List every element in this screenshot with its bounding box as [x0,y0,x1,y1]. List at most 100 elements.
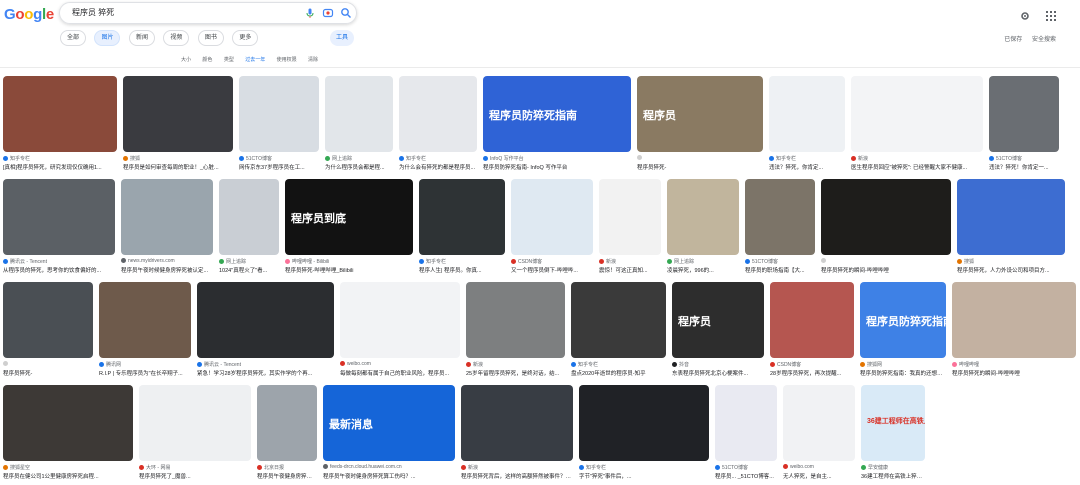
image-title[interactable]: 程序员防猝死指南- InfoQ 写作平台 [483,163,631,171]
image-result[interactable]: 新浪 震惊！可这正真知... [599,179,661,277]
image-source[interactable]: 大环 - 网易 [139,464,251,471]
image-result[interactable]: weibo.com 每做每刻都有属于自己的职业风险，程序员... [340,282,460,380]
image-thumbnail[interactable] [571,282,666,358]
image-source[interactable]: feeds-drcn.cloud.huawei.com.cn [323,464,455,470]
image-thumbnail[interactable] [257,385,317,461]
image-title[interactable]: 程序员在健公司1公里健康房猝死启程... [3,472,133,480]
image-title[interactable]: 程序员猝死-哔哩哔哩_Bilibili [285,266,413,274]
image-source[interactable]: 知乎专栏 [399,155,477,162]
image-result[interactable]: 36建工程师在高铁上猝死！ 早安健康36建工程师在高铁上猝死！... [861,385,925,483]
image-thumbnail[interactable] [399,76,477,152]
image-thumbnail[interactable] [769,76,845,152]
image-title[interactable]: 程序员猝死- [3,369,93,377]
image-source[interactable]: 51CTO博客 [745,258,815,265]
tab-more[interactable]: 更多 [232,30,259,46]
image-title[interactable]: 震惊！可这正真知... [599,266,661,274]
image-result[interactable]: 程序员防猝死指南搜狐网程序员防猝死指南：我真的还想再活500年！... [860,282,946,380]
image-source[interactable]: 51CTO博客 [989,155,1059,162]
search-input[interactable]: 程序员 猝死 [72,7,114,18]
image-result[interactable]: 新浪 医生程序员回应"被猝死": 已经警醒大家不健康... [851,76,983,174]
image-title[interactable]: 程序员猝死，人力外设公司和项目方... [957,266,1065,274]
image-result[interactable]: 网上追踪 1024"真程火了"看... [219,179,279,277]
image-source[interactable] [637,155,763,161]
image-title[interactable]: 28岁程序员猝死，再次提醒... [770,369,854,377]
search-icon[interactable] [340,7,352,19]
image-title[interactable]: 又一个程序员倒下-哔哩哔... [511,266,593,274]
image-thumbnail[interactable] [419,179,505,255]
image-source[interactable]: InfoQ 写作平台 [483,155,631,162]
image-title[interactable]: 36建工程师在高铁上猝死！... [861,472,925,480]
image-title[interactable]: 程序员... _51CTO博客... [715,472,777,480]
image-thumbnail[interactable]: 程序员防猝死指南 [483,76,631,152]
image-source[interactable]: weibo.com [340,361,460,367]
image-source[interactable]: 知乎专栏 [3,155,117,162]
image-source[interactable]: 哔哩哔哩 [952,361,1076,368]
image-title[interactable]: 程序员猝死- [637,163,763,171]
filter-time[interactable]: 过去一年 [245,56,265,63]
image-thumbnail[interactable] [783,385,855,461]
image-result[interactable]: 程序员防猝死指南 InfoQ 写作平台 程序员防猝死指南- InfoQ 写作平台 [483,76,631,174]
image-title[interactable]: 东表程序员猝死北京心梗案件... [672,369,764,377]
image-result[interactable]: 搜狐星空 程序员在健公司1公里健康房猝死启程... [3,385,133,483]
image-source[interactable]: 搜狐网 [860,361,946,368]
image-result[interactable]: 知乎专栏 字节"猝死"事件后，... [579,385,709,483]
image-source[interactable]: 哔哩哔哩 - Bilibili [285,258,413,265]
image-title[interactable]: 违法？猝死！你肯定一... [989,163,1059,171]
image-thumbnail[interactable] [511,179,593,255]
image-thumbnail[interactable] [851,76,983,152]
image-title[interactable]: 为什么程序员会都是程... [325,163,393,171]
filter-color[interactable]: 颜色 [202,56,212,63]
search-box[interactable]: 程序员 猝死 [59,2,357,24]
image-result[interactable]: 知乎专栏 为什么会有猝死的都是程序员... [399,76,477,174]
image-result[interactable]: 搜狐 程序员猝死，人力外设公司和项目方... [957,179,1065,277]
image-source[interactable]: 网上追踪 [325,155,393,162]
image-source[interactable]: weibo.com [783,464,855,470]
settings-icon[interactable] [1020,8,1030,26]
image-title[interactable]: 程序员防猝死指南：我真的还想再活500年！... [860,369,946,377]
image-thumbnail[interactable] [957,179,1065,255]
tab-news[interactable]: 新闻 [128,30,155,46]
image-source[interactable]: 51CTO博客 [715,464,777,471]
image-thumbnail[interactable] [123,76,233,152]
image-result[interactable]: 腾讯云 - Tencent 从程序员的猝死，思考你的饮食偏好的... [3,179,115,277]
tab-videos[interactable]: 视频 [163,30,190,46]
image-source[interactable]: 新浪 [851,155,983,162]
image-source[interactable]: news.myidrivers.com [121,258,213,264]
image-thumbnail[interactable] [952,282,1076,358]
image-thumbnail[interactable] [579,385,709,461]
image-thumbnail[interactable] [325,76,393,152]
image-title[interactable]: 违法？猝死，你肯定... [769,163,845,171]
tab-all[interactable]: 全部 [60,30,87,46]
image-result[interactable]: 哔哩哔哩 程序员猝死的瞬间-哔哩哔哩 [952,282,1076,380]
image-title[interactable]: 程序员猝死的瞬间-哔哩哔哩 [821,266,951,274]
image-title[interactable]: 网传京东37岁程序员在工... [239,163,319,171]
image-result[interactable]: 程序员到底哔哩哔哩 - Bilibili 程序员猝死-哔哩哔哩_Bilibili [285,179,413,277]
image-thumbnail[interactable] [239,76,319,152]
image-title[interactable]: 医生程序员回应"被猝死": 已经警醒大家不健康... [851,163,983,171]
image-thumbnail[interactable] [667,179,739,255]
image-thumbnail[interactable]: 程序员防猝死指南 [860,282,946,358]
image-title[interactable]: R.I.P | 专乐程序员为"在长卒翔子... [99,369,191,377]
image-thumbnail[interactable]: 最新消息 [323,385,455,461]
image-title[interactable]: 程序员午夜时健身房猝死算工伤吗？... [323,472,455,480]
image-result[interactable]: 51CTO博客 网传京东37岁程序员在工... [239,76,319,174]
image-result[interactable]: 程序员 抖音 东表程序员猝死北京心梗案件... [672,282,764,380]
image-thumbnail[interactable] [99,282,191,358]
image-source[interactable] [821,258,951,264]
image-source[interactable]: 知乎专栏 [579,464,709,471]
image-source[interactable] [3,361,93,367]
image-source[interactable]: 新浪 [461,464,573,471]
image-thumbnail[interactable]: 程序员到底 [285,179,413,255]
image-thumbnail[interactable] [989,76,1059,152]
image-result[interactable]: CSDN博客 又一个程序员倒下-哔哩哔... [511,179,593,277]
image-title[interactable]: 程序员猝死背后，这样的高额猝然被事件？网... [461,472,573,480]
tab-images[interactable]: 图片 [94,30,121,46]
image-title[interactable]: 1024"真程火了"看... [219,266,279,274]
lens-icon[interactable] [322,7,334,19]
image-source[interactable]: 知乎专栏 [419,258,505,265]
image-source[interactable]: 知乎专栏 [769,155,845,162]
image-title[interactable]: 程序员午夜时候健身房猝死被认定... [121,266,213,274]
image-title[interactable]: 为什么会有猝死的都是程序员... [399,163,477,171]
image-thumbnail[interactable] [3,385,133,461]
image-title[interactable]: 无人猝死，是自主... [783,472,855,480]
